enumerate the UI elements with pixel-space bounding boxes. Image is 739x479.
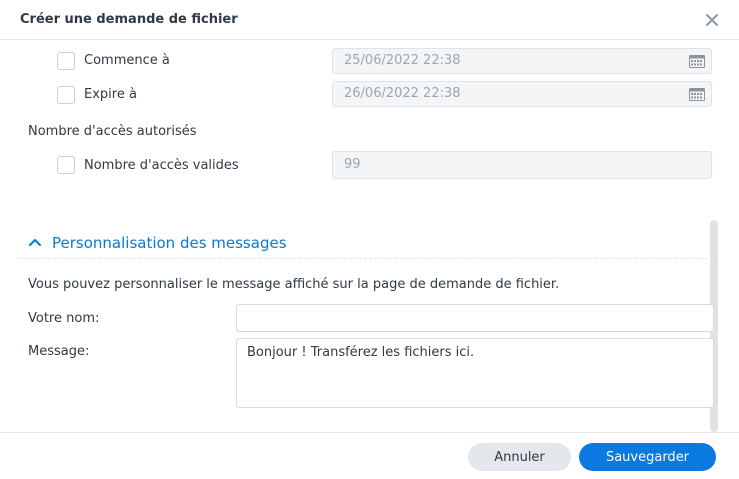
messages-section-header[interactable]: Personnalisation des messages: [18, 226, 713, 259]
start-label: Commence à: [84, 53, 170, 68]
expire-checkbox[interactable]: [57, 86, 75, 104]
dialog-footer: Annuler Sauvegarder: [0, 432, 739, 479]
expire-label: Expire à: [84, 87, 137, 102]
file-request-dialog: Créer une demande de fichier Commence à …: [0, 0, 739, 479]
chevron-up-icon: [29, 239, 41, 246]
message-label: Message:: [28, 344, 90, 359]
messages-description: Vous pouvez personnaliser le message aff…: [28, 277, 560, 292]
message-textarea[interactable]: Bonjour ! Transférez les fichiers ici.: [236, 338, 714, 408]
start-date-value: 25/06/2022 22:38: [344, 53, 461, 68]
name-input[interactable]: [236, 304, 714, 332]
expire-date-field[interactable]: 26/06/2022 22:38: [332, 81, 712, 107]
access-section-label: Nombre d'accès autorisés: [28, 124, 197, 139]
name-label: Votre nom:: [28, 311, 100, 326]
calendar-icon[interactable]: [689, 87, 705, 101]
messages-section-title: Personnalisation des messages: [52, 234, 287, 252]
start-date-field[interactable]: 25/06/2022 22:38: [332, 48, 712, 74]
save-button[interactable]: Sauvegarder: [579, 443, 716, 471]
start-checkbox[interactable]: [57, 52, 75, 70]
dialog-title: Créer une demande de fichier: [20, 12, 238, 27]
access-count-field[interactable]: 99: [332, 151, 712, 179]
cancel-button[interactable]: Annuler: [468, 443, 571, 471]
expire-date-value: 26/06/2022 22:38: [344, 86, 461, 101]
dialog-header: Créer une demande de fichier: [0, 0, 739, 40]
access-checkbox[interactable]: [57, 156, 75, 174]
access-valid-label: Nombre d'accès valides: [84, 158, 239, 173]
access-count-value: 99: [344, 157, 361, 172]
calendar-icon[interactable]: [689, 54, 705, 68]
close-icon[interactable]: [700, 8, 724, 32]
